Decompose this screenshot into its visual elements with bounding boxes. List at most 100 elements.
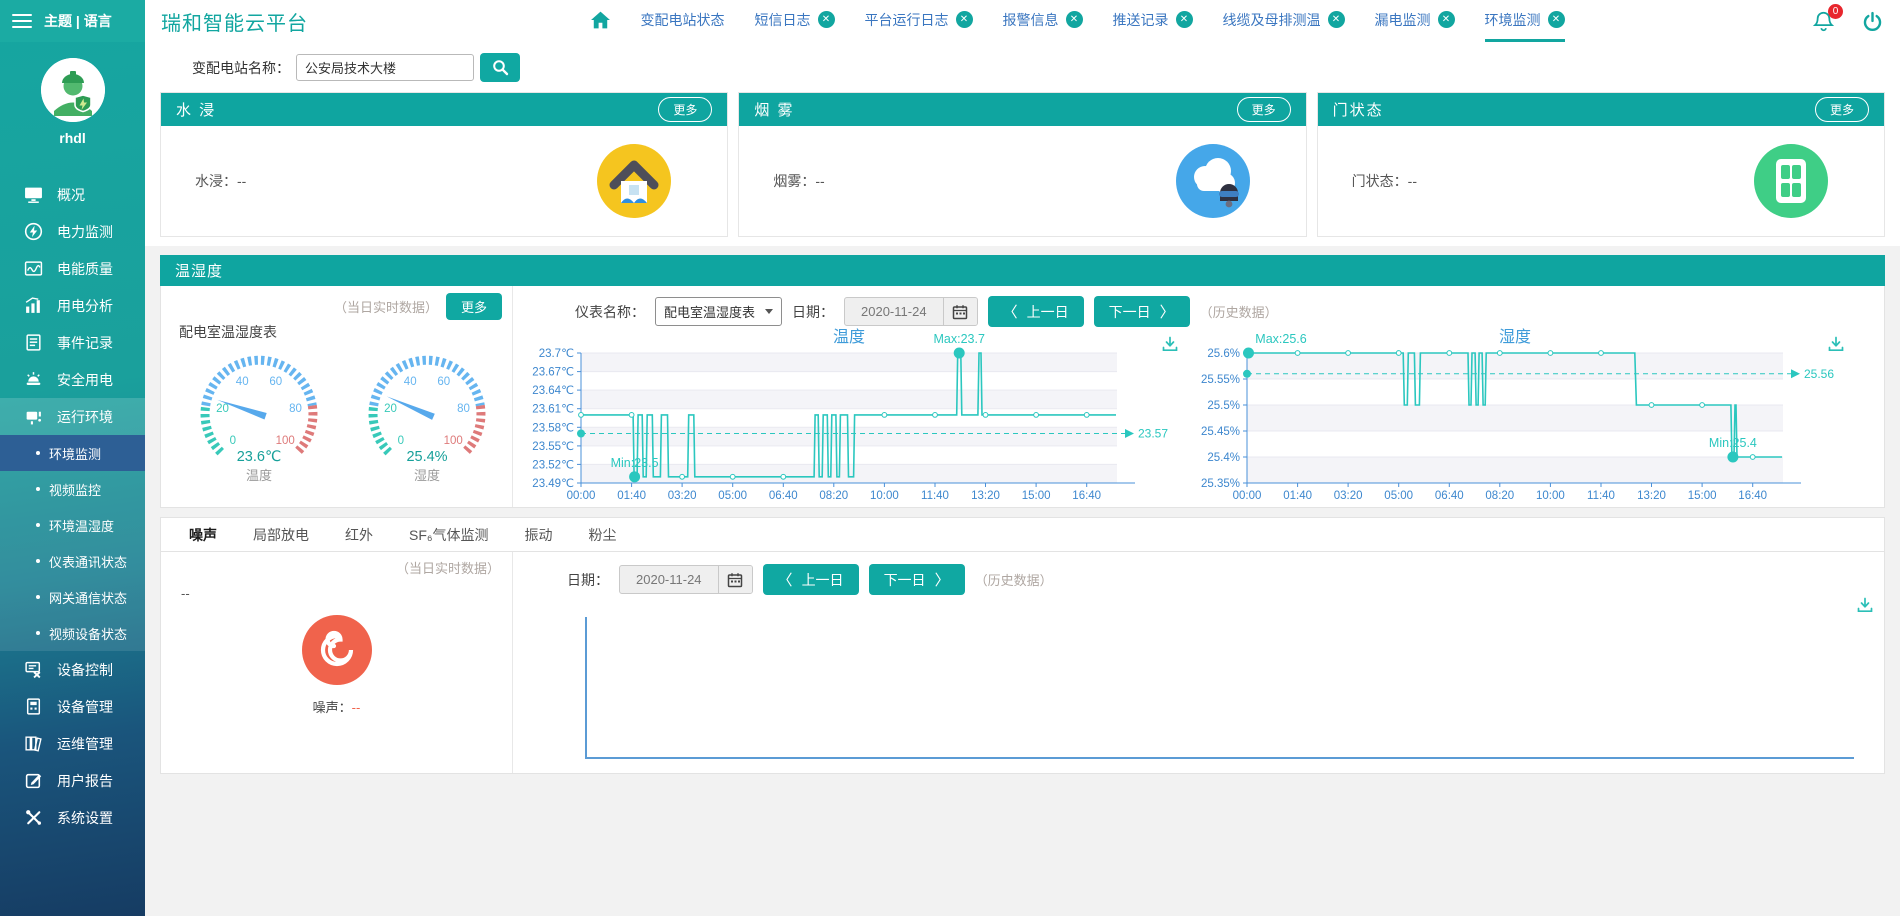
clear-badge-icon[interactable]: ✕ <box>818 11 835 28</box>
tab-partial-discharge[interactable]: 局部放电 <box>253 525 309 545</box>
sidebar-item-device-management[interactable]: 设备管理 <box>0 688 145 725</box>
next-day-button[interactable]: 下一日〉 <box>1094 296 1190 327</box>
meter-select[interactable]: 配电室温湿度表 <box>655 297 782 326</box>
page-content: 变配电站名称： 水 浸 更多 水浸：-- <box>145 42 1900 916</box>
sidebar-item-usage-analysis[interactable]: 用电分析 <box>0 287 145 324</box>
clear-badge-icon[interactable]: ✕ <box>1176 11 1193 28</box>
station-name-input[interactable] <box>296 54 474 81</box>
sidebar-item-power-monitoring[interactable]: 电力监测 <box>0 213 145 250</box>
station-name-label: 变配电站名称： <box>192 58 290 78</box>
download-icon[interactable] <box>1161 335 1179 353</box>
tab-infrared[interactable]: 红外 <box>345 525 373 545</box>
svg-text:20: 20 <box>384 403 397 415</box>
clear-badge-icon[interactable]: ✕ <box>1328 11 1345 28</box>
nav-cable-busbar-temp[interactable]: 线缆及母排测温✕ <box>1223 0 1345 42</box>
gauge-label: 温度 <box>175 465 343 484</box>
sidebar-item-operating-environment[interactable]: 运行环境 <box>0 398 145 435</box>
clear-badge-icon[interactable]: ✕ <box>1548 11 1565 28</box>
previous-day-button[interactable]: 〈上一日 <box>763 564 859 595</box>
sidebar-item-user-report[interactable]: 用户报告 <box>0 762 145 799</box>
sidebar-subitem-env-temp-humidity[interactable]: 环境温湿度 <box>0 507 145 543</box>
notifications-button[interactable]: 0 <box>1812 10 1835 33</box>
gauge-more-button[interactable]: 更多 <box>446 293 502 320</box>
date-picker: 2020-11-24 <box>844 297 978 326</box>
calendar-icon <box>727 572 743 588</box>
sidebar-item-ops-management[interactable]: 运维管理 <box>0 725 145 762</box>
previous-day-button[interactable]: 〈上一日 <box>988 296 1084 327</box>
sidebar-item-event-records[interactable]: 事件记录 <box>0 324 145 361</box>
logout-button[interactable] <box>1861 10 1884 33</box>
nav-platform-log[interactable]: 平台运行日志✕ <box>865 0 973 42</box>
bullet-dot <box>36 631 40 635</box>
next-day-button[interactable]: 下一日〉 <box>869 564 965 595</box>
search-icon <box>492 59 509 76</box>
sidebar-subitem-video-surveillance[interactable]: 视频监控 <box>0 471 145 507</box>
svg-text:25.56: 25.56 <box>1804 367 1834 381</box>
history-note: （历史数据） <box>1200 302 1278 321</box>
search-button[interactable] <box>480 53 520 82</box>
nav-substation-status[interactable]: 变配电站状态 <box>641 0 725 42</box>
topbar-icons: 0 <box>1812 10 1884 33</box>
calendar-button[interactable] <box>943 297 977 326</box>
svg-text:23.52℃: 23.52℃ <box>532 459 574 471</box>
svg-text:20: 20 <box>216 403 229 415</box>
temperature-line-chart: 23.49℃23.52℃23.55℃23.58℃23.61℃23.64℃23.6… <box>523 327 1181 505</box>
smoke-more-button[interactable]: 更多 <box>1237 97 1291 122</box>
date-value[interactable]: 2020-11-24 <box>845 304 943 319</box>
sidebar-item-device-control[interactable]: 设备控制 <box>0 651 145 688</box>
svg-text:15:00: 15:00 <box>1688 490 1717 502</box>
svg-text:05:00: 05:00 <box>718 490 747 502</box>
svg-text:23.6℃: 23.6℃ <box>237 449 282 465</box>
temp-humidity-section: 温湿度 （当日实时数据） 更多 配电室温湿度表 02040608010023.6… <box>160 255 1885 508</box>
nav-leakage-monitoring[interactable]: 漏电监测✕ <box>1375 0 1455 42</box>
notification-count-badge: 0 <box>1828 4 1843 19</box>
sidebar-subitem-video-device-status[interactable]: 视频设备状态 <box>0 615 145 651</box>
svg-text:100: 100 <box>444 435 463 447</box>
tab-vibration[interactable]: 振动 <box>525 525 553 545</box>
settings-tools-icon <box>24 808 43 827</box>
control-tools-icon <box>24 660 43 679</box>
sidebar-item-system-settings[interactable]: 系统设置 <box>0 799 145 836</box>
sidebar-subitem-gateway-comm-status[interactable]: 网关通信状态 <box>0 579 145 615</box>
hamburger-menu-icon[interactable] <box>12 14 32 28</box>
sidebar-subitem-environment-monitoring[interactable]: 环境监测 <box>0 435 145 471</box>
calendar-button[interactable] <box>718 565 752 594</box>
clear-badge-icon[interactable]: ✕ <box>1438 11 1455 28</box>
door-status-text: 门状态：-- <box>1352 171 1417 191</box>
nav-environment-monitoring[interactable]: 环境监测✕ <box>1485 0 1565 42</box>
tab-noise[interactable]: 噪声 <box>189 525 217 545</box>
date-label: 日期： <box>792 302 834 322</box>
bullet-dot <box>36 487 40 491</box>
sidebar-item-power-quality[interactable]: 电能质量 <box>0 250 145 287</box>
card-header: 烟 雾 更多 <box>739 93 1305 126</box>
sidebar-subitem-meter-comm-status[interactable]: 仪表通讯状态 <box>0 543 145 579</box>
svg-text:23.58℃: 23.58℃ <box>532 422 574 434</box>
door-status-card: 门状态 更多 门状态：-- <box>1317 92 1885 237</box>
svg-text:06:40: 06:40 <box>769 490 798 502</box>
date-value[interactable]: 2020-11-24 <box>620 572 718 587</box>
smoke-cloud-icon <box>1176 144 1250 218</box>
sidebar-item-safe-power[interactable]: 安全用电 <box>0 361 145 398</box>
door-more-button[interactable]: 更多 <box>1815 97 1869 122</box>
sidebar-top: 主题 | 语言 <box>0 0 145 42</box>
home-button[interactable] <box>590 0 611 42</box>
nav-sms-log[interactable]: 短信日志✕ <box>755 0 835 42</box>
nav-alarm-info[interactable]: 报警信息✕ <box>1003 0 1083 42</box>
clear-badge-icon[interactable]: ✕ <box>956 11 973 28</box>
svg-text:25.4%: 25.4% <box>406 449 447 465</box>
svg-text:08:20: 08:20 <box>819 490 848 502</box>
clear-badge-icon[interactable]: ✕ <box>1066 11 1083 28</box>
svg-text:25.4%: 25.4% <box>1207 452 1240 464</box>
history-note: （历史数据） <box>975 570 1053 589</box>
download-icon[interactable] <box>1827 335 1845 353</box>
environment-device-icon <box>24 407 43 426</box>
theme-language-switch[interactable]: 主题 | 语言 <box>44 11 112 31</box>
water-more-button[interactable]: 更多 <box>658 97 712 122</box>
chevron-right-icon: 〉 <box>935 569 950 590</box>
meter-name: 配电室温湿度表 <box>179 322 502 342</box>
download-icon[interactable] <box>1856 596 1874 614</box>
tab-sf6-gas[interactable]: SF₆气体监测 <box>409 525 489 545</box>
nav-push-records[interactable]: 推送记录✕ <box>1113 0 1193 42</box>
sidebar-item-overview[interactable]: 概况 <box>0 176 145 213</box>
tab-dust[interactable]: 粉尘 <box>589 525 617 545</box>
